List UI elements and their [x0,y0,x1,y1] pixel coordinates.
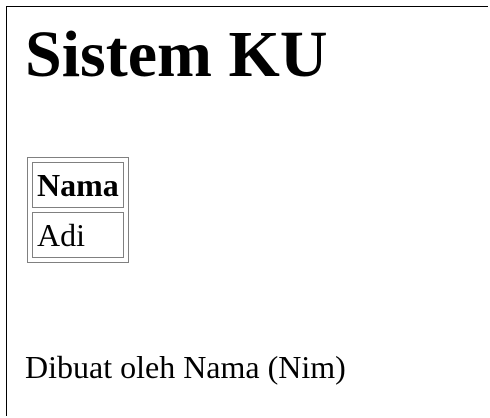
table-header-row: Nama [32,162,124,208]
page-title: Sistem KU [25,18,328,91]
table-row: Adi [32,212,124,258]
column-header-nama: Nama [32,162,124,208]
page-frame: Sistem KU Nama Adi Dibuat oleh Nama (Nim… [6,6,488,416]
table-cell-name: Adi [32,212,124,258]
name-table: Nama Adi [27,157,129,263]
footer-credit: Dibuat oleh Nama (Nim) [25,349,346,385]
